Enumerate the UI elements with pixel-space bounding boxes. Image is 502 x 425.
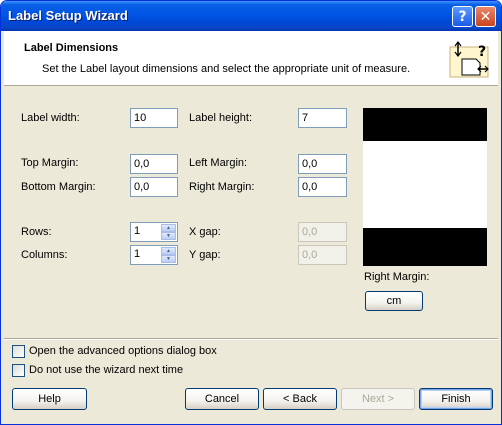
no-wizard-label[interactable]: Do not use the wizard next time xyxy=(29,364,183,376)
label-preview xyxy=(363,108,487,266)
label-height-input[interactable]: 7 xyxy=(298,108,347,128)
advanced-options-label[interactable]: Open the advanced options dialog box xyxy=(29,345,217,357)
title-bar[interactable]: Label Setup Wizard ? ✕ xyxy=(1,1,501,31)
right-margin-label: Right Margin: xyxy=(189,181,255,193)
label-preview-area xyxy=(363,141,487,228)
next-button: Next > xyxy=(341,388,415,410)
back-button[interactable]: < Back xyxy=(263,388,337,410)
bottom-margin-label: Bottom Margin: xyxy=(21,181,96,193)
preview-caption: Right Margin: xyxy=(364,271,430,283)
rows-spin-arrows[interactable]: ▲ ▼ xyxy=(161,224,176,240)
help-title-button[interactable]: ? xyxy=(452,6,473,27)
label-dimensions-icon: ? xyxy=(449,41,489,78)
rows-label: Rows: xyxy=(21,226,52,238)
cancel-button[interactable]: Cancel xyxy=(185,388,259,410)
x-gap-input: 0,0 xyxy=(298,222,347,242)
window-title: Label Setup Wizard xyxy=(8,8,128,23)
rows-up-arrow-icon[interactable]: ▲ xyxy=(161,224,176,232)
label-height-label: Label height: xyxy=(189,112,252,124)
advanced-options-checkbox[interactable] xyxy=(12,345,25,358)
left-margin-label: Left Margin: xyxy=(189,157,248,169)
bottom-margin-input[interactable]: 0,0 xyxy=(130,177,178,197)
separator xyxy=(4,338,498,340)
columns-up-arrow-icon[interactable]: ▲ xyxy=(161,247,176,255)
rows-down-arrow-icon[interactable]: ▼ xyxy=(161,232,176,240)
columns-label: Columns: xyxy=(21,249,68,261)
wizard-window: Label Setup Wizard ? ✕ Label Dimensions … xyxy=(0,0,502,425)
finish-button[interactable]: Finish xyxy=(419,388,493,410)
left-margin-input[interactable]: 0,0 xyxy=(298,154,347,174)
top-margin-label: Top Margin: xyxy=(21,157,79,169)
close-button[interactable]: ✕ xyxy=(475,6,496,27)
columns-value: 1 xyxy=(134,248,141,260)
y-gap-label: Y gap: xyxy=(189,249,221,261)
y-gap-input: 0,0 xyxy=(298,245,347,265)
rows-value: 1 xyxy=(134,225,141,237)
label-width-input[interactable]: 10 xyxy=(130,108,178,128)
top-margin-input[interactable]: 0,0 xyxy=(130,154,178,174)
right-margin-input[interactable]: 0,0 xyxy=(298,177,347,197)
page-subtitle: Set the Label layout dimensions and sele… xyxy=(42,63,411,75)
unit-button[interactable]: cm xyxy=(365,291,423,311)
wizard-header: Label Dimensions Set the Label layout di… xyxy=(4,31,498,86)
columns-spinner[interactable]: 1 ▲ ▼ xyxy=(130,245,178,265)
page-title: Label Dimensions xyxy=(24,42,119,54)
columns-down-arrow-icon[interactable]: ▼ xyxy=(161,255,176,263)
columns-spin-arrows[interactable]: ▲ ▼ xyxy=(161,247,176,263)
svg-text:?: ? xyxy=(478,44,486,60)
label-width-label: Label width: xyxy=(21,112,80,124)
no-wizard-checkbox[interactable] xyxy=(12,364,25,377)
help-button[interactable]: Help xyxy=(12,388,87,410)
rows-spinner[interactable]: 1 ▲ ▼ xyxy=(130,222,178,242)
x-gap-label: X gap: xyxy=(189,226,221,238)
